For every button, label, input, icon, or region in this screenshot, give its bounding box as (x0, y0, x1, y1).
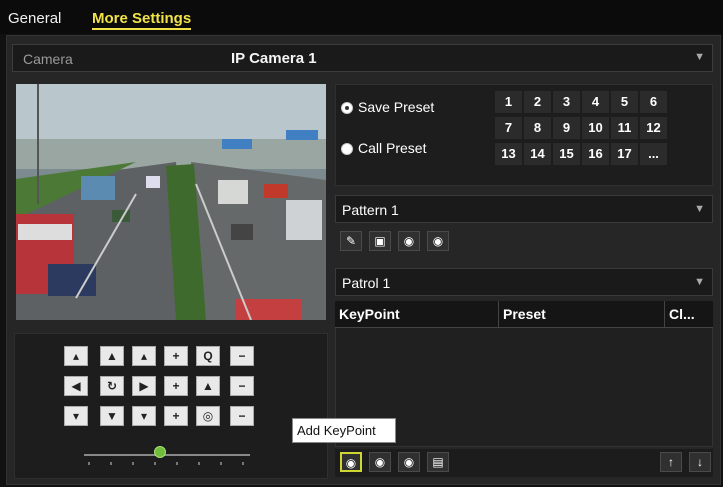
call-preset-label[interactable]: Call Preset (358, 140, 426, 156)
live-video-view (16, 84, 326, 320)
preset-number-button[interactable]: 5 (611, 91, 638, 113)
preset-number-button[interactable]: 8 (524, 117, 551, 139)
preset-number-button[interactable]: 13 (495, 143, 522, 165)
preset-number-button[interactable]: 15 (553, 143, 580, 165)
tab-general[interactable]: General (8, 10, 61, 27)
chevron-down-icon[interactable]: ▼ (694, 203, 705, 215)
arrow-right-icon[interactable]: ▶ (132, 376, 156, 396)
arrow-up-icon[interactable]: ↑ (660, 452, 682, 472)
arrow-up-left-icon[interactable]: ▴ (64, 346, 88, 366)
patrol-footer (335, 449, 713, 477)
edit-keypoint-icon[interactable]: ◉ (369, 452, 391, 472)
preset-number-button[interactable]: 7 (495, 117, 522, 139)
camera-value[interactable]: IP Camera 1 (231, 50, 317, 67)
arrow-up-right-icon[interactable]: ▴ (132, 346, 156, 366)
slider-tick (242, 462, 244, 465)
arrow-down-left-icon[interactable]: ▾ (64, 406, 88, 426)
save-icon[interactable]: ▣ (369, 231, 391, 251)
pattern-value: Pattern 1 (342, 202, 399, 218)
preset-number-button[interactable]: 11 (611, 117, 638, 139)
record-stop-icon[interactable]: ◉ (427, 231, 449, 251)
column-divider (498, 301, 499, 328)
arrow-down-right-icon[interactable]: ▾ (132, 406, 156, 426)
focus-near-icon[interactable]: + (164, 376, 188, 396)
preset-number-button[interactable]: 17 (611, 143, 638, 165)
speed-slider-track[interactable] (84, 454, 250, 456)
focus-icon[interactable]: ▲ (196, 376, 220, 396)
arrow-down-icon[interactable]: ▼ (100, 406, 124, 426)
focus-far-icon[interactable]: − (230, 376, 254, 396)
call-preset-radio[interactable] (341, 143, 353, 155)
patrol-select[interactable]: Patrol 1 ▼ (335, 268, 713, 296)
iris-icon[interactable]: ◎ (196, 406, 220, 426)
slider-tick (176, 462, 178, 465)
slider-tick (132, 462, 134, 465)
pattern-select[interactable]: Pattern 1 ▼ (335, 195, 713, 223)
patrol-value: Patrol 1 (342, 275, 391, 291)
column-preset: Preset (503, 306, 546, 322)
delete-icon[interactable]: ▤ (427, 452, 449, 472)
preset-number-button[interactable]: 10 (582, 117, 609, 139)
save-preset-radio[interactable] (341, 102, 353, 114)
add-keypoint-icon[interactable]: ◉ (340, 452, 362, 472)
record-start-icon[interactable]: ◉ (398, 231, 420, 251)
preset-number-button[interactable]: 16 (582, 143, 609, 165)
slider-tick (88, 462, 90, 465)
chevron-down-icon[interactable]: ▼ (694, 51, 705, 63)
camera-select[interactable]: Camera IP Camera 1 ▼ (12, 44, 713, 72)
zoom-search-icon[interactable]: Q (196, 346, 220, 366)
highway-scene-image (16, 84, 326, 320)
preset-number-button[interactable]: 1 (495, 91, 522, 113)
preset-number-button[interactable]: ... (640, 143, 667, 165)
column-divider (664, 301, 665, 328)
preset-number-button[interactable]: 3 (553, 91, 580, 113)
ptz-auto-icon[interactable]: ↻ (100, 376, 124, 396)
preset-number-button[interactable]: 9 (553, 117, 580, 139)
preset-number-button[interactable]: 6 (640, 91, 667, 113)
zoom-in-icon[interactable]: + (164, 346, 188, 366)
preset-number-button[interactable]: 2 (524, 91, 551, 113)
preset-number-button[interactable]: 14 (524, 143, 551, 165)
tab-more-settings[interactable]: More Settings (92, 10, 192, 30)
speed-slider-knob[interactable] (154, 446, 166, 458)
column-clear: Cl... (669, 306, 695, 322)
keypoint-table-header: KeyPoint Preset Cl... (335, 301, 713, 328)
iris-close-icon[interactable]: − (230, 406, 254, 426)
pencil-icon[interactable]: ✎ (340, 231, 362, 251)
arrow-down-icon[interactable]: ↓ (689, 452, 711, 472)
preset-number-button[interactable]: 12 (640, 117, 667, 139)
slider-tick (198, 462, 200, 465)
zoom-out-icon[interactable]: − (230, 346, 254, 366)
preset-number-button[interactable]: 4 (582, 91, 609, 113)
call-patrol-icon[interactable]: ◉ (398, 452, 420, 472)
slider-tick (154, 462, 156, 465)
slider-tick (110, 462, 112, 465)
add-keypoint-tooltip: Add KeyPoint (292, 418, 396, 443)
camera-label: Camera (23, 51, 73, 67)
save-preset-label[interactable]: Save Preset (358, 99, 434, 115)
arrow-up-icon[interactable]: ▲ (100, 346, 124, 366)
column-keypoint: KeyPoint (339, 306, 400, 322)
iris-open-icon[interactable]: + (164, 406, 188, 426)
chevron-down-icon[interactable]: ▼ (694, 276, 705, 288)
arrow-left-icon[interactable]: ◀ (64, 376, 88, 396)
slider-tick (220, 462, 222, 465)
